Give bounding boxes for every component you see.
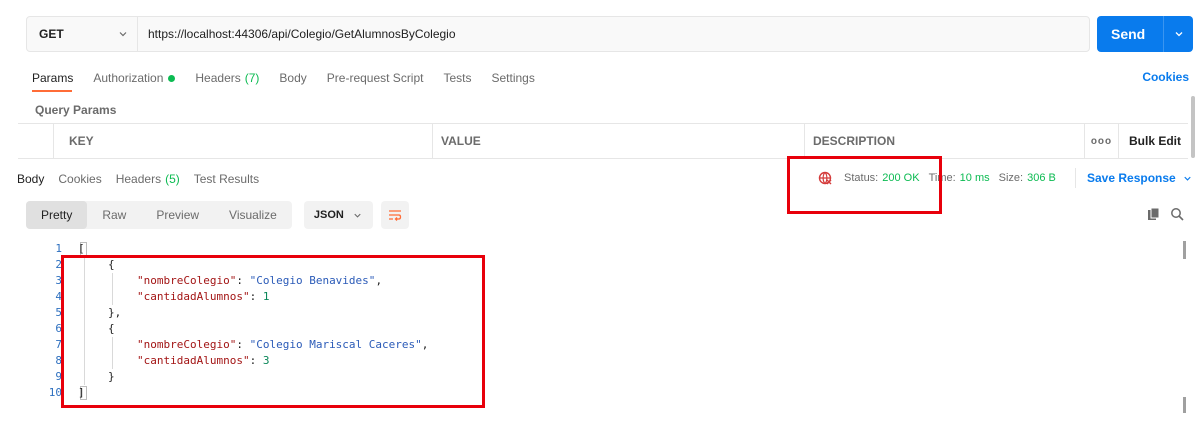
more-options-button[interactable]: ooo	[1085, 124, 1119, 158]
line-number: 7	[55, 338, 62, 351]
column-value: VALUE	[433, 124, 805, 158]
query-params-title: Query Params	[35, 103, 117, 117]
tab-label: Tests	[443, 71, 472, 85]
send-button[interactable]: Send	[1097, 16, 1193, 52]
copy-icon[interactable]	[1147, 207, 1161, 221]
bulk-edit-button[interactable]: Bulk Edit	[1119, 124, 1181, 158]
query-params-table-header: KEY VALUE DESCRIPTION ooo Bulk Edit	[18, 123, 1188, 159]
tab-headers[interactable]: Headers (7)	[195, 70, 259, 86]
size-value: 306 B	[1027, 172, 1056, 184]
cookies-link[interactable]: Cookies	[1142, 70, 1189, 84]
tab-pre-request-script[interactable]: Pre-request Script	[327, 70, 424, 86]
tab-label: Pre-request Script	[326, 71, 424, 85]
raw-button[interactable]: Raw	[87, 201, 141, 229]
size-info[interactable]: Size: 306 B	[999, 172, 1056, 184]
time-value: 10 ms	[959, 172, 990, 184]
send-label: Send	[1111, 26, 1146, 42]
highlight-box-status	[787, 156, 942, 214]
scrollbar[interactable]	[1183, 397, 1186, 413]
tab-response-body[interactable]: Body	[17, 171, 44, 187]
chevron-down-icon	[119, 32, 127, 37]
line-number: 6	[55, 322, 62, 335]
tab-tests[interactable]: Tests	[443, 70, 471, 86]
tab-body[interactable]: Body	[279, 70, 306, 86]
send-options-button[interactable]	[1164, 28, 1193, 40]
tab-test-results[interactable]: Test Results	[194, 171, 259, 187]
tab-label: Headers	[195, 71, 241, 85]
tab-response-headers[interactable]: Headers (5)	[116, 171, 180, 187]
request-tabs: Params Authorization Headers (7) Body Pre…	[32, 70, 555, 86]
scrollbar[interactable]	[1191, 96, 1195, 158]
tab-response-cookies[interactable]: Cookies	[58, 171, 101, 187]
pretty-button[interactable]: Pretty	[26, 201, 88, 229]
tab-label: Cookies	[58, 172, 102, 186]
chevron-down-icon	[1175, 32, 1182, 37]
scrollbar[interactable]	[1183, 241, 1186, 259]
tab-label: Params	[32, 71, 74, 85]
url-input[interactable]: https://localhost:44306/api/Colegio/GetA…	[138, 27, 456, 41]
chevron-down-icon	[1184, 176, 1191, 181]
chevron-down-icon	[354, 213, 361, 218]
format-select[interactable]: JSON	[303, 201, 373, 229]
method-label: GET	[39, 27, 64, 41]
search-icon[interactable]	[1170, 207, 1184, 221]
line-number: 4	[55, 290, 62, 303]
line-number: 10	[48, 386, 62, 399]
response-tabs: Body Cookies Headers (5) Test Results	[17, 171, 273, 187]
format-toolbar: Pretty Raw Preview Visualize JSON	[26, 201, 409, 229]
tab-label: Body	[17, 172, 45, 186]
highlight-box-response	[61, 255, 485, 408]
tab-settings[interactable]: Settings	[492, 70, 535, 86]
visualize-button[interactable]: Visualize	[214, 201, 292, 229]
save-response-button[interactable]: Save Response	[1087, 171, 1193, 185]
column-checkbox	[18, 124, 54, 158]
line-number: 3	[55, 274, 62, 287]
column-description: DESCRIPTION	[805, 124, 1085, 158]
tab-label: Settings	[491, 71, 535, 85]
size-label: Size:	[998, 172, 1024, 184]
line-number: 1	[55, 242, 62, 255]
method-select[interactable]: GET	[27, 17, 138, 51]
column-key: KEY	[54, 124, 433, 158]
view-mode-group: Pretty Raw Preview Visualize	[26, 201, 292, 229]
line-number: 8	[55, 354, 62, 367]
format-label: JSON	[313, 209, 344, 221]
line-number: 2	[55, 258, 62, 271]
tab-label: Test Results	[193, 172, 260, 186]
tab-label: Authorization	[93, 71, 164, 85]
tab-label: Body	[279, 71, 307, 85]
tab-params[interactable]: Params	[32, 70, 73, 86]
active-dot-icon	[168, 74, 176, 82]
headers-count: (5)	[165, 172, 180, 186]
line-number: 5	[55, 306, 62, 319]
wrap-icon	[388, 210, 401, 221]
request-bar: GET https://localhost:44306/api/Colegio/…	[26, 16, 1090, 52]
tab-authorization[interactable]: Authorization	[93, 70, 176, 86]
headers-count: (7)	[244, 71, 260, 85]
active-tab-indicator	[32, 90, 72, 92]
line-number: 9	[55, 370, 62, 383]
divider	[1075, 168, 1076, 188]
save-response-label: Save Response	[1087, 171, 1176, 185]
wrap-lines-button[interactable]	[380, 201, 409, 229]
tab-label: Headers	[115, 172, 162, 186]
preview-button[interactable]: Preview	[141, 201, 214, 229]
